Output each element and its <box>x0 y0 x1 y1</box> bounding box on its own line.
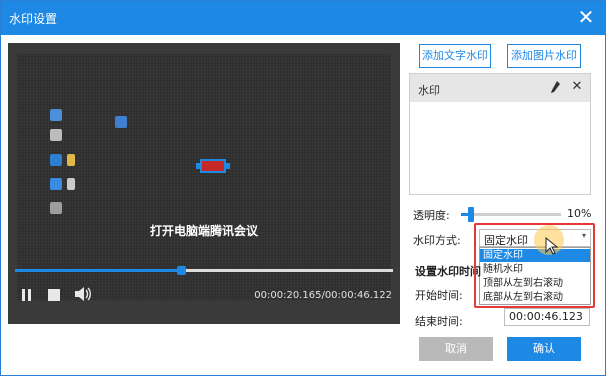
desktop-icon <box>50 129 62 141</box>
start-time-label: 开始时间: <box>415 289 463 302</box>
desktop-icon <box>115 116 127 128</box>
opacity-slider-handle[interactable] <box>468 207 474 222</box>
desktop-icon <box>50 202 62 214</box>
end-time-label: 结束时间: <box>415 315 463 328</box>
progress-fill <box>15 269 182 272</box>
desktop-icon <box>50 109 62 121</box>
cancel-button[interactable]: 取消 <box>419 337 493 361</box>
stop-icon[interactable] <box>48 289 60 301</box>
close-icon[interactable]: ✕ <box>575 6 597 28</box>
watermark-settings-dialog: 水印设置 ✕ 打开电脑端腾讯会议 00:00:20.165/00:00:46.1… <box>0 0 606 376</box>
watermark-list-header: 水印 ✕ <box>410 74 590 102</box>
opacity-value: 10% <box>567 207 592 220</box>
desktop-icon <box>67 178 75 190</box>
mode-option[interactable]: 随机水印 <box>480 263 590 276</box>
title-bar: 水印设置 ✕ <box>1 1 606 35</box>
window-title: 水印设置 <box>9 12 58 26</box>
desktop-icon <box>50 178 62 190</box>
chevron-down-icon[interactable]: ▾ <box>582 231 586 240</box>
end-time-input[interactable]: 00:00:46.123 <box>504 308 590 326</box>
mode-select[interactable]: 固定水印 ▾ <box>479 229 591 247</box>
progress-handle[interactable] <box>177 266 187 275</box>
pause-icon[interactable] <box>20 289 34 301</box>
mode-option[interactable]: 底部从左到右滚动 <box>480 291 590 304</box>
watermark-list: 水印 ✕ <box>409 73 591 195</box>
delete-icon[interactable]: ✕ <box>570 79 584 95</box>
progress-bar[interactable] <box>15 266 393 275</box>
mode-option[interactable]: 顶部从左到右滚动 <box>480 277 590 290</box>
watermark-list-label: 水印 <box>418 84 440 97</box>
desktop-icon <box>67 154 75 166</box>
opacity-slider[interactable] <box>461 207 561 222</box>
time-display: 00:00:20.165/00:00:46.122 <box>254 290 392 301</box>
desktop-icon <box>50 154 62 166</box>
mode-option[interactable]: 固定水印 <box>480 249 590 262</box>
time-section-label: 设置水印时间 <box>415 265 481 278</box>
add-text-watermark-button[interactable]: 添加文字水印 <box>419 44 491 68</box>
video-player: 打开电脑端腾讯会议 00:00:20.165/00:00:46.122 <box>8 43 400 324</box>
opacity-label: 透明度: <box>413 209 450 222</box>
volume-icon[interactable] <box>74 286 92 302</box>
mode-label: 水印方式: <box>413 234 461 247</box>
video-preview[interactable]: 打开电脑端腾讯会议 <box>17 54 391 300</box>
video-caption: 打开电脑端腾讯会议 <box>149 224 258 238</box>
mode-select-value: 固定水印 <box>484 234 528 247</box>
edit-icon[interactable] <box>548 79 562 95</box>
mode-dropdown: 固定水印 随机水印 顶部从左到右滚动 底部从左到右滚动 <box>479 247 591 305</box>
add-image-watermark-button[interactable]: 添加图片水印 <box>507 44 581 68</box>
watermark-preview[interactable] <box>196 159 230 173</box>
confirm-button[interactable]: 确认 <box>507 337 581 361</box>
